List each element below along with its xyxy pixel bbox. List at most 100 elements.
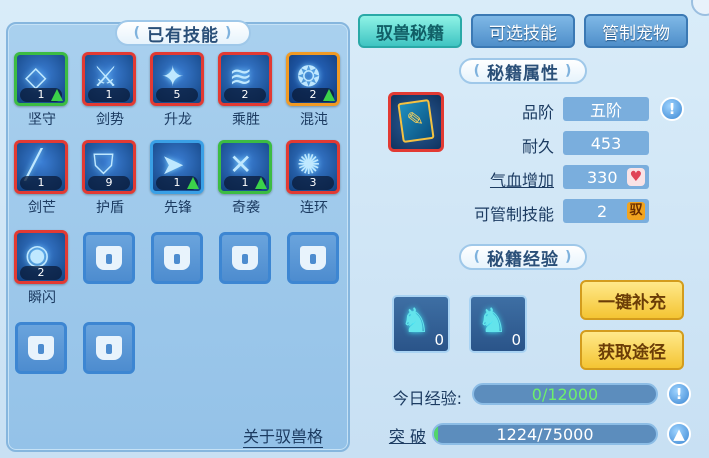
- manual-book-icon[interactable]: ✎: [388, 92, 444, 152]
- skill-level: 3: [292, 176, 334, 190]
- locked-skill-slot[interactable]: [151, 232, 203, 284]
- title-deco-right: ): [565, 63, 573, 79]
- item-count: 0: [434, 331, 444, 349]
- owned-skills-title: ( 已有技能 ): [115, 20, 251, 46]
- skill-name: 坚守: [28, 112, 56, 128]
- owned-skills-title-text: 已有技能: [147, 25, 219, 46]
- beast-rune-icon: ✎: [405, 105, 426, 133]
- skill-icon-frame: ◇ 1: [14, 52, 68, 106]
- skill-icon-frame: ⛉ 9: [82, 140, 136, 194]
- skill-level: 2: [224, 88, 266, 102]
- skill-name: 护盾: [96, 200, 124, 216]
- skill-icon-frame: ╱ 1: [14, 140, 68, 194]
- control-badge: 驭: [627, 202, 645, 220]
- heart-icon: ♥: [627, 168, 645, 186]
- title-deco-left: (: [133, 25, 141, 41]
- skill-jianshou[interactable]: ◇ 1 坚守: [14, 52, 70, 129]
- window: ( 已有技能 ) ◇ 1 坚守 ⚔ 1 剑势 ✦ 5 升龙 ≋ 2 乘胜 ❂ 2 混沌 ╱…: [0, 0, 709, 458]
- skill-icon-frame: ❂ 2: [286, 52, 340, 106]
- skill-name: 剑势: [96, 112, 124, 128]
- obtain-route-button[interactable]: 获取途径: [580, 330, 684, 370]
- skill-qixi[interactable]: ✕ 1 奇袭: [218, 140, 274, 217]
- attributes-title-text: 秘籍属性: [487, 63, 559, 84]
- title-deco-left: (: [473, 249, 481, 265]
- skill-hundun[interactable]: ❂ 2 混沌: [286, 52, 342, 129]
- locked-skill-slot[interactable]: [83, 322, 135, 374]
- skill-icon-frame: ✺ 3: [286, 140, 340, 194]
- grade-label: 品阶: [521, 103, 554, 122]
- tab-optional-skills[interactable]: 可选技能: [471, 14, 575, 48]
- title-deco-right: ): [565, 249, 573, 265]
- lock-icon: [164, 246, 190, 270]
- about-link[interactable]: 关于驭兽格: [243, 423, 324, 448]
- locked-skill-slot[interactable]: [83, 232, 135, 284]
- skill-level: 1: [88, 88, 130, 102]
- tab-controlled-pets[interactable]: 管制宠物: [584, 14, 688, 48]
- one-click-refill-button[interactable]: 一键补充: [580, 280, 684, 320]
- grade-value: 五阶: [563, 97, 649, 121]
- locked-skill-slot[interactable]: [287, 232, 339, 284]
- upgrade-arrow-icon: [187, 177, 199, 189]
- skill-hudun[interactable]: ⛉ 9 护盾: [82, 140, 138, 217]
- skill-level: 1: [20, 176, 62, 190]
- breakthrough-bar-fill: [434, 425, 438, 443]
- up-arrow-icon: ▲: [673, 425, 685, 443]
- skill-icon-frame: ⚔ 1: [82, 52, 136, 106]
- skill-name: 剑芒: [28, 200, 56, 216]
- exclamation-icon: !: [668, 100, 676, 118]
- skill-chengsheng[interactable]: ≋ 2 乘胜: [218, 52, 274, 129]
- skill-name: 奇袭: [232, 200, 260, 216]
- breakthrough-bar: 1224/75000: [432, 423, 658, 445]
- exclamation-icon: !: [675, 385, 683, 403]
- skill-icon-frame: ◉ 2: [14, 230, 68, 284]
- upgrade-arrow-icon: [255, 177, 267, 189]
- hp-increase-number: 330: [587, 167, 618, 187]
- experience-title: ( 秘籍经验 ): [459, 244, 587, 270]
- skill-level: 2: [20, 266, 62, 280]
- locked-skill-slot[interactable]: [15, 322, 67, 374]
- control-skills-number: 2: [597, 201, 608, 221]
- durability-label: 耐久: [521, 137, 554, 156]
- skill-name: 先锋: [164, 200, 192, 216]
- skill-icon-frame: ✕ 1: [218, 140, 272, 194]
- skill-level: 5: [156, 88, 198, 102]
- exp-item-slot-1[interactable]: ♞ 0: [392, 295, 450, 353]
- breakthrough-label[interactable]: 突 破: [380, 423, 426, 447]
- upgrade-arrow-icon: [51, 89, 63, 101]
- skill-shunshan[interactable]: ◉ 2 瞬闪: [14, 230, 70, 307]
- title-deco-right: ): [225, 25, 233, 41]
- today-exp-info-button[interactable]: !: [667, 382, 691, 406]
- skill-xianfeng[interactable]: ➤ 1 先锋: [150, 140, 206, 217]
- control-skills-label: 可管制技能: [473, 205, 554, 224]
- breakthrough-up-button[interactable]: ▲: [667, 422, 691, 446]
- durability-value: 453: [563, 131, 649, 155]
- skill-icon-frame: ➤ 1: [150, 140, 204, 194]
- skill-name: 升龙: [164, 112, 192, 128]
- lock-icon: [28, 336, 54, 360]
- today-exp-bar: 0/12000: [472, 383, 658, 405]
- skill-jianshi[interactable]: ⚔ 1 剑势: [82, 52, 138, 129]
- skill-jianmang[interactable]: ╱ 1 剑芒: [14, 140, 70, 217]
- tab-beast-manual[interactable]: 驭兽秘籍: [358, 14, 462, 48]
- close-button[interactable]: [691, 0, 709, 16]
- title-deco-left: (: [473, 63, 481, 79]
- lock-icon: [300, 246, 326, 270]
- horse-spirit-icon: ♞: [477, 301, 508, 341]
- breakthrough-value: 1224/75000: [496, 424, 594, 444]
- grade-info-button[interactable]: !: [660, 97, 684, 121]
- skill-name: 连环: [300, 200, 328, 216]
- hp-increase-label[interactable]: 气血增加: [460, 167, 554, 191]
- experience-title-text: 秘籍经验: [487, 249, 559, 270]
- skill-name: 混沌: [300, 112, 328, 128]
- horse-spirit-icon: ♞: [400, 301, 431, 341]
- exp-item-slot-2[interactable]: ♞ 0: [469, 295, 527, 353]
- skill-shenglong[interactable]: ✦ 5 升龙: [150, 52, 206, 129]
- attributes-title: ( 秘籍属性 ): [459, 58, 587, 84]
- today-exp-label: 今日经验:: [392, 389, 462, 408]
- today-exp-value: 0/12000: [531, 384, 599, 404]
- skill-lianhuan[interactable]: ✺ 3 连环: [286, 140, 342, 217]
- lock-icon: [96, 336, 122, 360]
- item-count: 0: [511, 331, 521, 349]
- locked-skill-slot[interactable]: [219, 232, 271, 284]
- lock-icon: [96, 246, 122, 270]
